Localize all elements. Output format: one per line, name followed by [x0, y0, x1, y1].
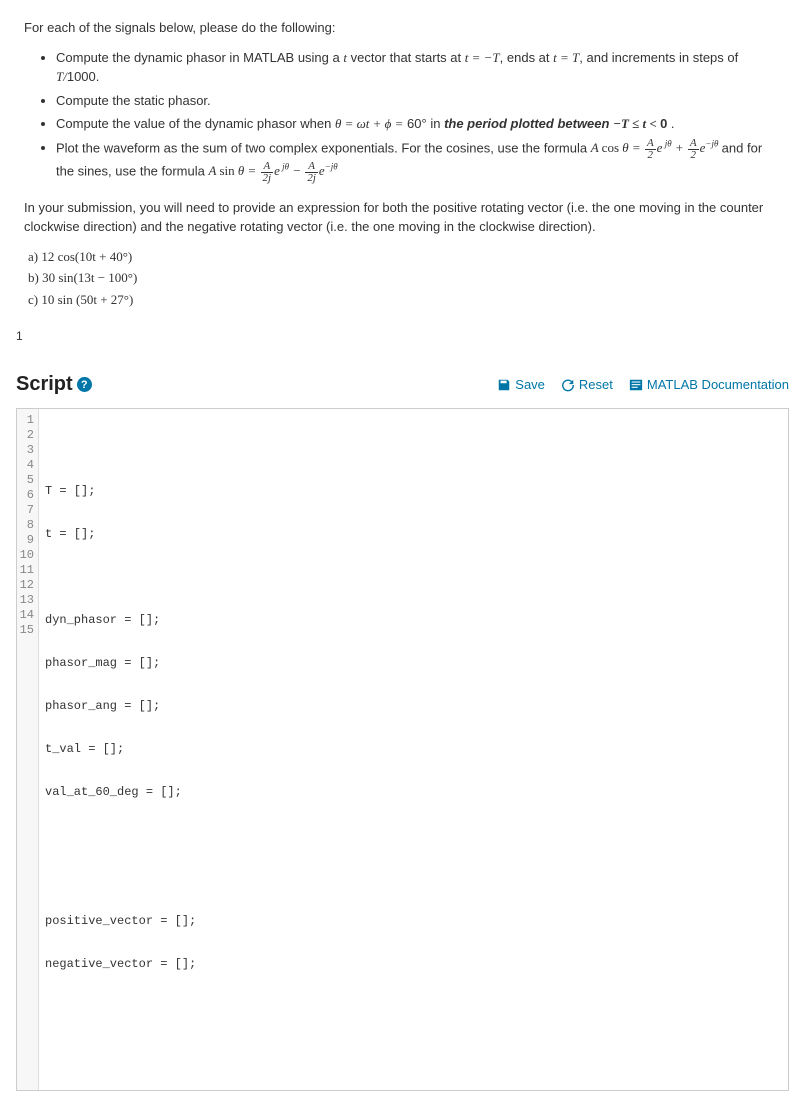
problem-statement: For each of the signals below, please do…: [0, 0, 805, 319]
code-line[interactable]: val_at_60_deg = [];: [45, 785, 782, 800]
save-button[interactable]: Save: [497, 377, 545, 392]
intro-text: For each of the signals below, please do…: [24, 18, 781, 38]
task-item-3: Compute the value of the dynamic phasor …: [56, 114, 781, 134]
ln: 10: [19, 548, 34, 563]
ln: 12: [19, 578, 34, 593]
code-area[interactable]: T = []; t = []; dyn_phasor = []; phasor_…: [39, 409, 788, 1090]
save-label: Save: [515, 377, 545, 392]
docs-label: MATLAB Documentation: [647, 377, 789, 392]
page-number: 1: [0, 319, 805, 351]
reset-button[interactable]: Reset: [561, 377, 613, 392]
ln: 3: [19, 443, 34, 458]
code-line[interactable]: [45, 871, 782, 886]
script-title: Script ?: [16, 373, 92, 396]
code-line[interactable]: phasor_mag = [];: [45, 656, 782, 671]
ln: 7: [19, 503, 34, 518]
script-actions: Save Reset MATLAB Documentation: [497, 377, 789, 392]
t3-f1: Compute the value of the dynamic phasor …: [56, 116, 335, 131]
t3-f2: in: [427, 116, 444, 131]
t1-frag2: vector that starts at: [347, 50, 465, 65]
ln: 14: [19, 608, 34, 623]
part-a: a) 12 cos(10t + 40°): [28, 247, 781, 267]
script-title-text: Script: [16, 373, 73, 396]
part-c: c) 10 sin (50t + 27°): [28, 290, 781, 310]
code-line[interactable]: t_val = [];: [45, 742, 782, 757]
task-item-1: Compute the dynamic phasor in MATLAB usi…: [56, 48, 781, 87]
t4-f1: Plot the waveform as the sum of two comp…: [56, 140, 591, 155]
code-line[interactable]: [45, 1000, 782, 1015]
reset-label: Reset: [579, 377, 613, 392]
reset-icon: [561, 378, 575, 392]
task-list: Compute the dynamic phasor in MATLAB usi…: [24, 48, 781, 184]
docs-button[interactable]: MATLAB Documentation: [629, 377, 789, 392]
ln: 5: [19, 473, 34, 488]
code-line[interactable]: T = [];: [45, 484, 782, 499]
code-line[interactable]: t = [];: [45, 527, 782, 542]
code-editor[interactable]: 1 2 3 4 5 6 7 8 9 10 11 12 13 14 15 T = …: [16, 408, 789, 1091]
submission-note: In your submission, you will need to pro…: [24, 198, 781, 237]
ln: 8: [19, 518, 34, 533]
code-line[interactable]: [45, 1043, 782, 1058]
task-item-4: Plot the waveform as the sum of two comp…: [56, 138, 781, 184]
script-toolbar: Script ? Save Reset MATLAB Documentation: [0, 365, 805, 408]
ln: 6: [19, 488, 34, 503]
code-line[interactable]: negative_vector = [];: [45, 957, 782, 972]
docs-icon: [629, 378, 643, 392]
t1-frag3: , ends at: [500, 50, 553, 65]
task-item-2: Compute the static phasor.: [56, 91, 781, 111]
code-line[interactable]: positive_vector = [];: [45, 914, 782, 929]
code-line[interactable]: [45, 570, 782, 585]
help-icon[interactable]: ?: [77, 377, 92, 392]
ln: 2: [19, 428, 34, 443]
ln: 9: [19, 533, 34, 548]
ln: 11: [19, 563, 34, 578]
ln: 4: [19, 458, 34, 473]
ln: 1: [19, 413, 34, 428]
code-line[interactable]: [45, 828, 782, 843]
t1-frag5: .: [96, 69, 100, 84]
ln: 13: [19, 593, 34, 608]
parts-list: a) 12 cos(10t + 40°) b) 30 sin(13t − 100…: [24, 247, 781, 310]
code-line[interactable]: dyn_phasor = [];: [45, 613, 782, 628]
part-b: b) 30 sin(13t − 100°): [28, 268, 781, 288]
t1-frag: Compute the dynamic phasor in MATLAB usi…: [56, 50, 343, 65]
code-line[interactable]: [45, 441, 782, 456]
t1-frag4: , and increments in steps of: [579, 50, 738, 65]
ln: 15: [19, 623, 34, 638]
line-gutter: 1 2 3 4 5 6 7 8 9 10 11 12 13 14 15: [17, 409, 39, 1090]
t3-f3: the period plotted between: [444, 116, 613, 131]
save-icon: [497, 378, 511, 392]
t3-f4: .: [667, 116, 674, 131]
